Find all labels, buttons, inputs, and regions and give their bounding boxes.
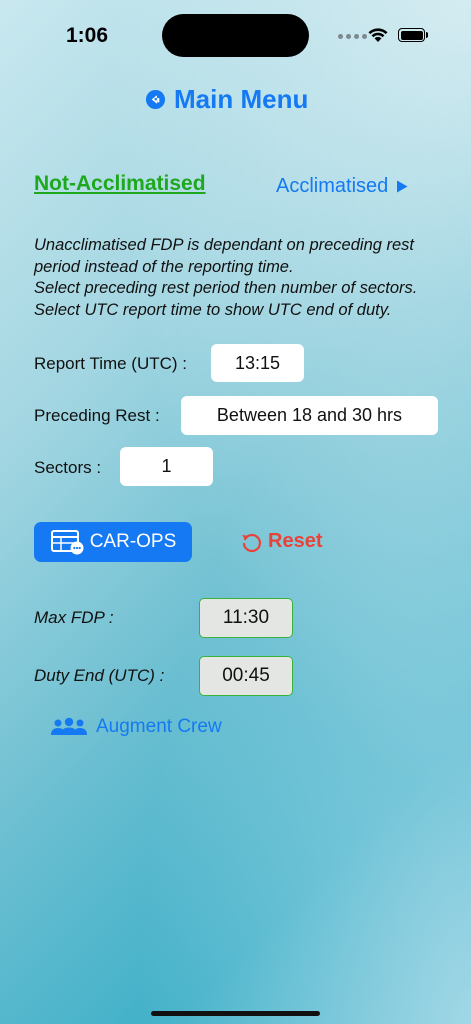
description-line-3: Select UTC report time to show UTC end o… [34,300,392,319]
status-time: 1:06 [66,24,109,47]
max-fdp-label: Max FDP : [34,608,114,627]
reset-button[interactable]: Reset [240,530,322,553]
table-icon [50,530,84,555]
dynamic-island [162,14,309,57]
acclimatised-label: Acclimatised [276,175,389,197]
play-arrow-icon [397,180,408,193]
back-arrow-circle-icon [145,89,166,110]
not-acclimatised-tab[interactable]: Not-Acclimatised [34,172,206,196]
description-line-2: Select preceding rest period then number… [34,279,418,297]
sectors-picker[interactable]: 1 [120,447,213,486]
sectors-label: Sectors : [34,458,102,477]
main-menu-button[interactable]: Main Menu [145,84,308,115]
main-menu-label: Main Menu [174,84,309,114]
home-indicator[interactable] [151,1011,320,1016]
duty-end-label: Duty End (UTC) : [34,666,165,685]
description-line-1: Unacclimatised FDP is dependant on prece… [34,236,415,276]
battery-tip [426,32,428,38]
acclimatised-tab[interactable]: Acclimatised [276,175,408,198]
preceding-rest-picker[interactable]: Between 18 and 30 hrs [181,396,438,435]
report-time-field[interactable]: 13:15 [211,344,304,382]
max-fdp-value: 11:30 [199,598,293,638]
reset-icon [242,533,262,552]
duty-end-value: 00:45 [199,656,293,696]
augment-crew-label: Augment Crew [96,716,222,737]
people-group-icon [51,717,87,735]
preceding-rest-label: Preceding Rest : [34,406,160,425]
wifi-icon [368,28,388,42]
car-ops-button[interactable]: CAR-OPS [34,522,192,562]
augment-crew-button[interactable]: Augment Crew [50,716,222,738]
report-time-label: Report Time (UTC) : [34,354,188,373]
signal-dots-icon [338,34,367,39]
battery-icon [398,28,425,42]
background [0,0,471,1024]
description-text: Unacclimatised FDP is dependant on prece… [34,235,464,321]
car-ops-label: CAR-OPS [89,531,177,552]
reset-label: Reset [268,530,323,552]
